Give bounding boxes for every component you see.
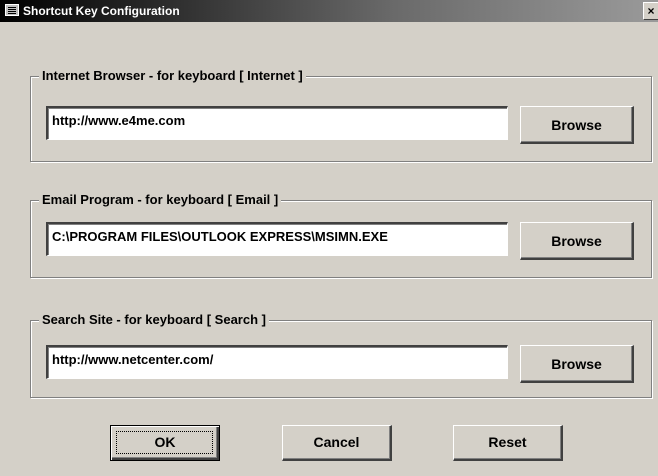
- shortcut-key-dialog: Shortcut Key Configuration × Internet Br…: [0, 0, 658, 476]
- keyboard-icon: [5, 4, 19, 16]
- search-site-legend: Search Site - for keyboard [ Search ]: [39, 312, 269, 328]
- internet-browser-legend: Internet Browser - for keyboard [ Intern…: [39, 68, 306, 84]
- window-title: Shortcut Key Configuration: [23, 4, 180, 18]
- email-program-legend: Email Program - for keyboard [ Email ]: [39, 192, 282, 208]
- email-program-path-field[interactable]: C:\PROGRAM FILES\OUTLOOK EXPRESS\MSIMN.E…: [46, 222, 508, 256]
- search-browse-button[interactable]: Browse: [520, 345, 634, 383]
- search-site-url-field[interactable]: http://www.netcenter.com/: [46, 345, 508, 379]
- search-site-group: Search Site - for keyboard [ Search ] ht…: [30, 312, 652, 398]
- cancel-button[interactable]: Cancel: [282, 425, 392, 461]
- close-icon[interactable]: ×: [643, 2, 658, 20]
- ok-button-label: OK: [154, 434, 176, 450]
- ok-button[interactable]: OK: [110, 425, 220, 461]
- internet-browse-button[interactable]: Browse: [520, 106, 634, 144]
- internet-browser-path-field[interactable]: http://www.e4me.com: [46, 106, 508, 140]
- internet-browser-group: Internet Browser - for keyboard [ Intern…: [30, 68, 652, 162]
- reset-button[interactable]: Reset: [453, 425, 563, 461]
- email-browse-button[interactable]: Browse: [520, 222, 634, 260]
- title-bar[interactable]: Shortcut Key Configuration ×: [0, 0, 658, 22]
- email-program-group: Email Program - for keyboard [ Email ] C…: [30, 192, 652, 278]
